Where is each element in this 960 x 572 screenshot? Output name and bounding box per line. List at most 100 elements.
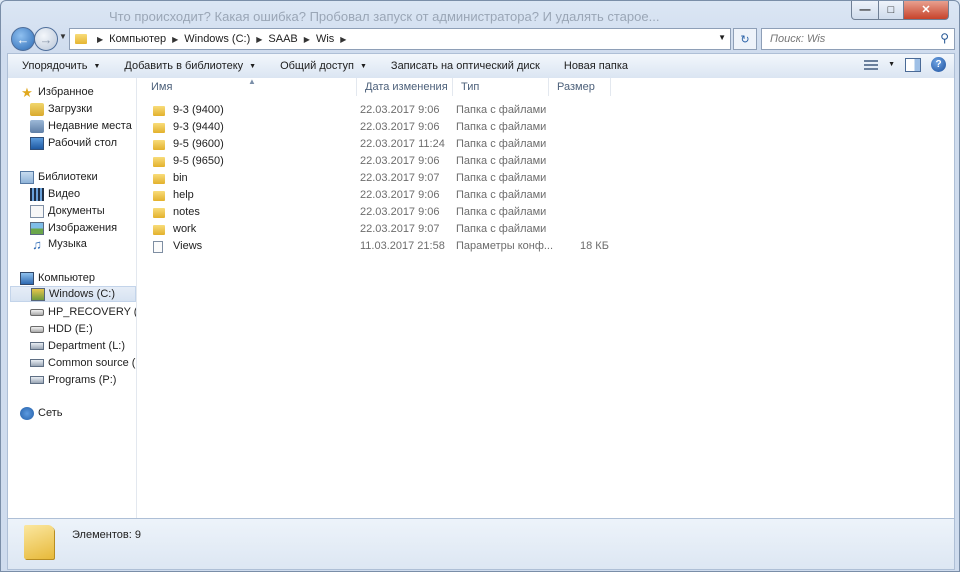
sidebar-item-downloads[interactable]: Загрузки: [30, 101, 136, 117]
add-to-library-button[interactable]: Добавить в библиотеку ▼: [124, 60, 256, 72]
content-area: ★ Избранное Загрузки Недавние места Рабоч…: [7, 77, 955, 518]
address-bar[interactable]: ▶ Компьютер ▶ Windows (C:) ▶ SAAB ▶ Wis ▶ ▼: [69, 28, 731, 50]
desktop-icon: [30, 136, 44, 150]
sidebar-item-drive-d[interactable]: HP_RECOVERY (D:): [30, 304, 136, 320]
sidebar-item-libraries[interactable]: Библиотеки: [20, 169, 136, 185]
sidebar-item-network[interactable]: Сеть: [20, 405, 136, 421]
close-icon: ✕: [921, 3, 931, 16]
search-box: ⚲: [761, 28, 955, 50]
column-header-type[interactable]: Тип: [453, 78, 549, 96]
breadcrumb-computer[interactable]: Компьютер ▶: [109, 33, 184, 45]
file-list: Имя ▲ Дата изменения Тип Размер 9-3 (9400…: [143, 77, 953, 518]
chevron-right-icon: ▶: [172, 34, 179, 44]
forward-button[interactable]: →: [34, 27, 58, 51]
back-button[interactable]: ←: [11, 27, 35, 51]
file-row[interactable]: bin 22.03.2017 9:07 Папка с файлами: [143, 171, 623, 187]
documents-icon: [30, 204, 44, 218]
search-icon[interactable]: ⚲: [940, 31, 949, 45]
file-row[interactable]: Views 11.03.2017 21:58 Параметры конф... 18…: [143, 239, 623, 255]
file-row[interactable]: 9-5 (9600) 22.03.2017 11:24 Папка с файлам…: [143, 137, 623, 153]
close-button[interactable]: ✕: [904, 1, 949, 20]
minimize-icon: —: [859, 3, 871, 16]
minimize-button[interactable]: —: [851, 1, 879, 20]
file-row[interactable]: help 22.03.2017 9:06 Папка с файлами: [143, 188, 623, 204]
maximize-button[interactable]: □: [879, 1, 904, 20]
breadcrumb-saab[interactable]: SAAB ▶: [268, 33, 316, 45]
network-drive-icon: [30, 359, 44, 367]
window-controls: — □ ✕: [851, 1, 949, 20]
share-button[interactable]: Общий доступ ▼: [280, 60, 367, 72]
sidebar-item-desktop[interactable]: Рабочий стол: [30, 135, 136, 151]
refresh-button[interactable]: ↻: [733, 28, 757, 50]
items-count: Элементов: 9: [72, 529, 141, 541]
command-bar: Упорядочить ▼ Добавить в библиотеку ▼ Общи…: [7, 53, 955, 79]
folder-icon: [153, 123, 165, 133]
recent-pages-dropdown[interactable]: ▼: [59, 32, 67, 41]
images-icon: [30, 221, 44, 235]
navigation-bar: ← → ▼ ▶ Компьютер ▶ Windows (C:) ▶ SAAB ▶ W…: [7, 27, 955, 51]
file-row[interactable]: 9-3 (9440) 22.03.2017 9:06 Папка с файлами: [143, 120, 623, 136]
sort-ascending-icon: ▲: [248, 77, 256, 86]
column-header-date[interactable]: Дата изменения: [357, 78, 453, 96]
folder-icon: [75, 34, 87, 44]
view-options-icon[interactable]: [864, 59, 879, 70]
folder-icon: [153, 225, 165, 235]
sidebar-item-drive-l[interactable]: Department (L:): [30, 338, 136, 354]
file-row[interactable]: work 22.03.2017 9:07 Папка с файлами: [143, 222, 623, 238]
sidebar-item-documents[interactable]: Документы: [30, 203, 136, 219]
file-row[interactable]: 9-3 (9400) 22.03.2017 9:06 Папка с файлами: [143, 103, 623, 119]
preview-pane-icon[interactable]: [905, 57, 921, 72]
sidebar-item-drive-m[interactable]: Common source (M: [30, 355, 136, 371]
sidebar-item-computer[interactable]: Компьютер: [20, 270, 136, 286]
sidebar-item-drive-p[interactable]: Programs (P:): [30, 372, 136, 388]
address-dropdown-button[interactable]: ▼: [718, 33, 726, 42]
sidebar-item-drive-e[interactable]: HDD (E:): [30, 321, 136, 337]
music-icon: ♫: [32, 236, 42, 252]
chevron-right-icon: ▶: [97, 34, 104, 44]
chevron-down-icon: ▼: [249, 62, 257, 70]
folder-icon: [153, 208, 165, 218]
sidebar-item-drive-c[interactable]: Windows (C:): [10, 286, 136, 302]
libraries-icon: [20, 170, 34, 184]
windows-drive-icon: [31, 287, 45, 301]
chevron-right-icon: ▶: [340, 34, 347, 44]
burn-button[interactable]: Записать на оптический диск: [391, 60, 540, 72]
organize-button[interactable]: Упорядочить ▼: [22, 60, 100, 72]
column-header-size[interactable]: Размер: [549, 78, 611, 96]
arrow-right-icon: →: [39, 31, 53, 47]
network-drive-icon: [30, 342, 44, 350]
breadcrumb-drive-c[interactable]: Windows (C:) ▶: [184, 33, 268, 45]
breadcrumb-wis[interactable]: Wis ▶: [316, 33, 352, 45]
hard-drive-icon: [30, 308, 44, 316]
video-icon: [30, 187, 44, 201]
arrow-left-icon: ←: [16, 31, 30, 47]
folder-icon: [153, 191, 165, 201]
file-row[interactable]: notes 22.03.2017 9:06 Папка с файлами: [143, 205, 623, 221]
sidebar-item-video[interactable]: Видео: [30, 186, 136, 202]
new-folder-button[interactable]: Новая папка: [564, 60, 628, 72]
folder-icon: [153, 106, 165, 116]
sidebar-item-music[interactable]: ♫ Музыка: [30, 236, 136, 252]
chevron-down-icon: ▼: [718, 33, 726, 42]
folder-icon: [153, 157, 165, 167]
hard-drive-icon: [30, 325, 44, 333]
breadcrumb-separator[interactable]: ▶: [91, 35, 109, 44]
sidebar-item-recent[interactable]: Недавние места: [30, 118, 136, 134]
background-text: Что происходит? Какая ошибка? Пробовал з…: [109, 9, 660, 24]
sidebar-item-images[interactable]: Изображения: [30, 220, 136, 236]
chevron-right-icon: ▶: [303, 34, 310, 44]
sidebar-item-favorites[interactable]: ★ Избранное: [20, 84, 136, 100]
downloads-icon: [30, 102, 44, 116]
search-input[interactable]: [768, 32, 932, 46]
file-row[interactable]: 9-5 (9650) 22.03.2017 9:06 Папка с файлами: [143, 154, 623, 170]
chevron-down-icon: ▼: [359, 62, 367, 70]
help-icon[interactable]: ?: [931, 57, 946, 72]
folder-icon: [153, 140, 165, 150]
chevron-down-icon[interactable]: ▼: [888, 61, 895, 68]
view-controls: ▼ ?: [864, 57, 946, 72]
config-file-icon: [153, 241, 163, 253]
recent-places-icon: [30, 119, 44, 133]
column-header-name[interactable]: Имя ▲: [143, 77, 357, 96]
network-drive-icon: [30, 376, 44, 384]
navigation-pane: ★ Избранное Загрузки Недавние места Рабоч…: [8, 78, 137, 518]
